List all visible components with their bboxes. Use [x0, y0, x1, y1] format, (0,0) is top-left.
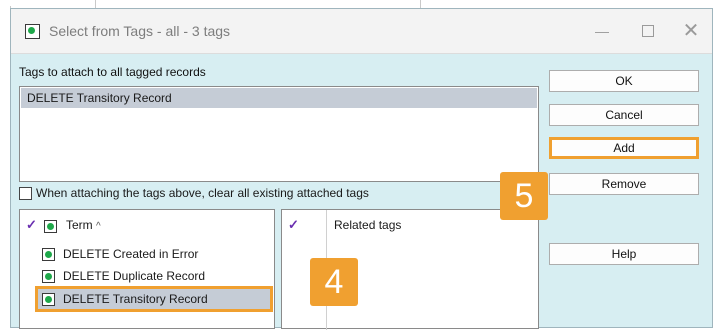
- clear-existing-checkbox[interactable]: [19, 187, 32, 201]
- step-5-callout: 5: [500, 172, 548, 220]
- sort-ascending-icon: ^: [96, 221, 101, 232]
- term-list[interactable]: ✓ Term ^ DELETE Created in Error DELETE …: [19, 209, 275, 329]
- title-bar: Select from Tags - all - 3 tags — ✕: [11, 9, 712, 54]
- check-all-icon[interactable]: ✓: [288, 217, 299, 233]
- step-4-callout: 4: [310, 258, 358, 306]
- term-item[interactable]: DELETE Created in Error: [42, 244, 198, 264]
- attach-list[interactable]: DELETE Transitory Record: [19, 86, 539, 182]
- maximize-icon: [642, 24, 654, 37]
- background-window-top: [10, 0, 713, 6]
- clear-existing-option[interactable]: When attaching the tags above, clear all…: [19, 186, 369, 201]
- minimize-button[interactable]: —: [579, 17, 625, 45]
- close-button[interactable]: ✕: [668, 17, 713, 45]
- term-item[interactable]: DELETE Duplicate Record: [42, 266, 205, 286]
- remove-button[interactable]: Remove: [549, 173, 699, 195]
- background-divider: [420, 0, 421, 8]
- help-button[interactable]: Help: [549, 243, 699, 265]
- tag-icon: [42, 248, 55, 262]
- tag-icon: [42, 293, 55, 307]
- attach-list-label: Tags to attach to all tagged records: [19, 65, 206, 79]
- select-tags-dialog: Select from Tags - all - 3 tags — ✕ Tags…: [10, 8, 713, 330]
- tag-icon: [42, 270, 55, 284]
- tag-icon: [25, 24, 40, 39]
- add-button[interactable]: Add: [549, 137, 699, 159]
- attach-list-item[interactable]: DELETE Transitory Record: [21, 88, 537, 108]
- maximize-button[interactable]: [625, 17, 671, 45]
- term-column-header[interactable]: Term ^: [66, 218, 101, 232]
- clear-existing-label: When attaching the tags above, clear all…: [36, 186, 369, 200]
- related-tags-header[interactable]: Related tags: [334, 218, 401, 232]
- cancel-button[interactable]: Cancel: [549, 104, 699, 126]
- background-divider: [95, 0, 96, 8]
- check-all-icon[interactable]: ✓: [26, 217, 37, 233]
- term-item-selected[interactable]: DELETE Transitory Record: [35, 286, 273, 312]
- window-title: Select from Tags - all - 3 tags: [49, 23, 231, 39]
- ok-button[interactable]: OK: [549, 70, 699, 92]
- tag-icon: [44, 220, 57, 233]
